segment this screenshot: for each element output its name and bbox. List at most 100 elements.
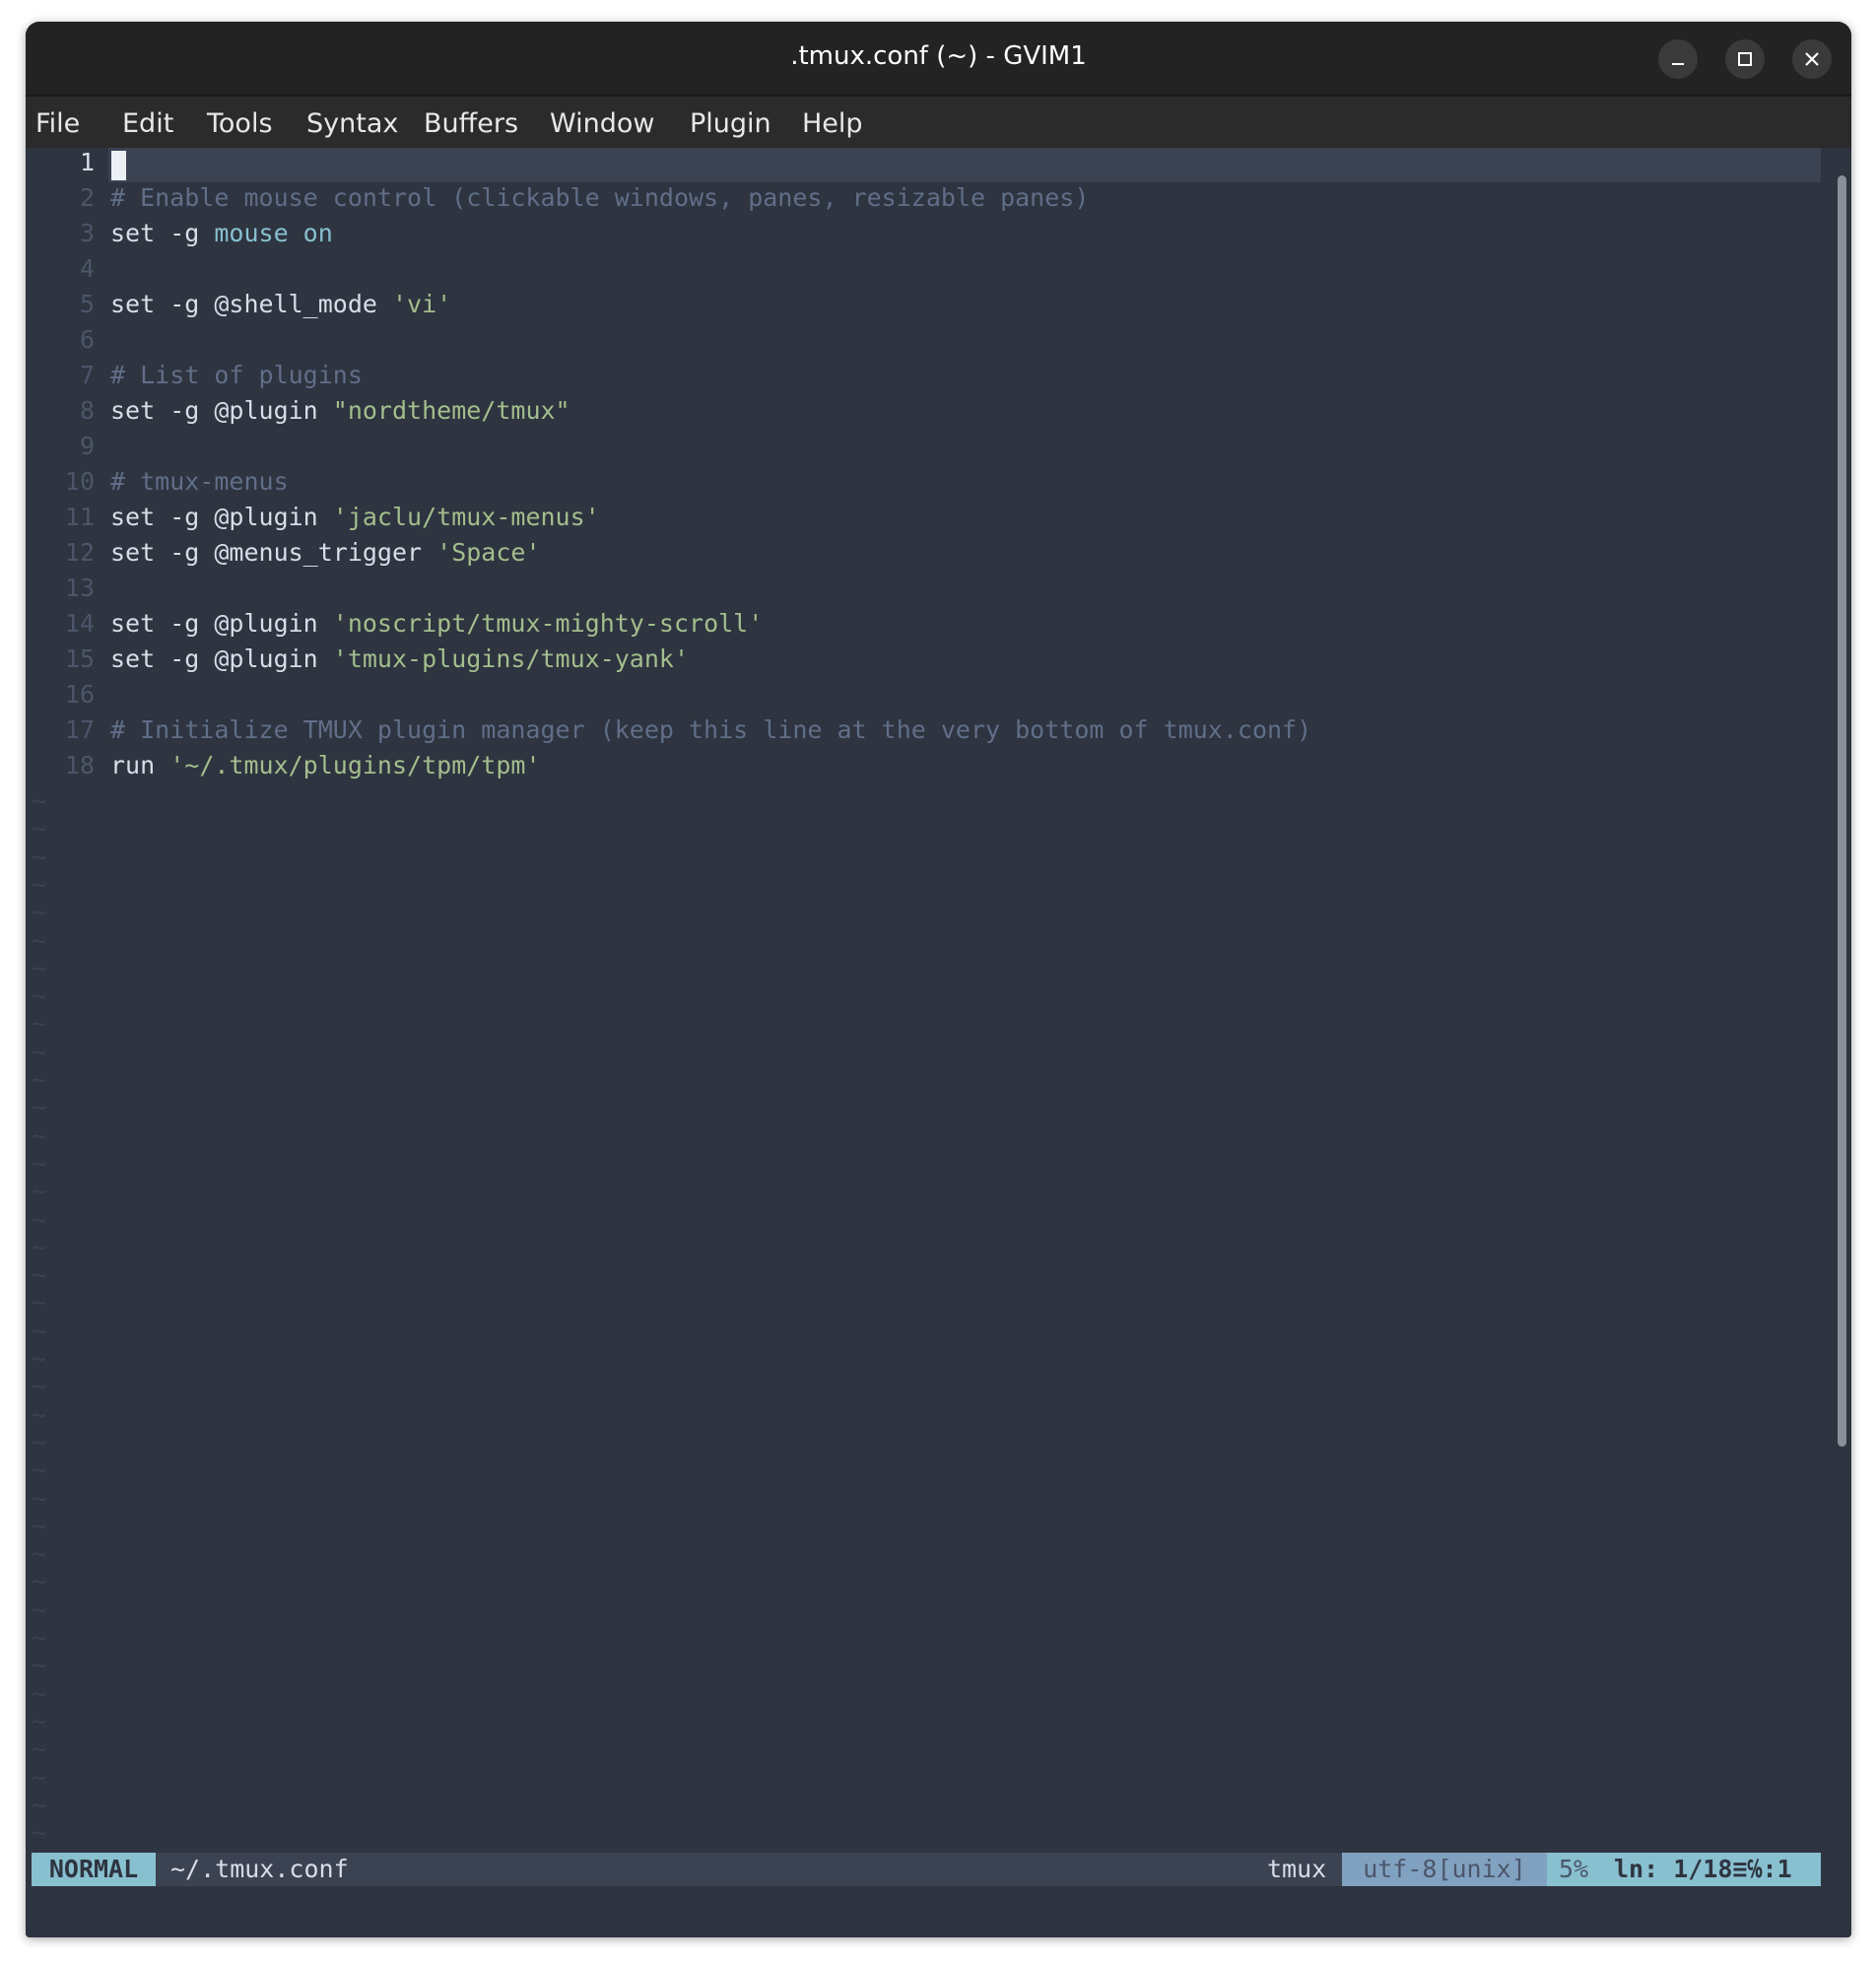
command-line[interactable] [26,1886,1851,1937]
empty-line-marker: ~ [32,1623,47,1652]
menu-tools[interactable]: Tools [207,108,273,139]
empty-line-marker: ~ [32,1037,47,1066]
empty-line-marker: ~ [32,1065,47,1094]
code-line[interactable]: 10 # tmux-menus [26,467,1829,503]
code-line[interactable]: 13 [26,574,1829,609]
empty-line-marker: ~ [32,786,47,815]
empty-line-marker: ~ [32,898,47,927]
code-token: set -g @plugin [110,609,333,638]
code-token: "nordtheme/tmux" [332,396,570,425]
menu-syntax[interactable]: Syntax [306,108,398,139]
empty-line-marker: ~ [32,1818,47,1848]
empty-line-marker: ~ [32,1651,47,1680]
empty-line-marker: ~ [32,1316,47,1345]
code-text: set -g mouse on [110,219,333,247]
status-filename: ~/.tmux.conf [170,1855,349,1883]
menu-file[interactable]: File [35,108,80,139]
empty-line-marker: ~ [32,1427,47,1457]
empty-line-marker: ~ [32,1456,47,1485]
code-line[interactable]: 6 [26,325,1829,361]
menu-edit[interactable]: Edit [122,108,173,139]
code-line[interactable]: 15 set -g @plugin 'tmux-plugins/tmux-yank… [26,644,1829,680]
status-mode: NORMAL [32,1853,156,1886]
empty-line-marker: ~ [32,869,47,899]
line-number: 8 [79,396,95,425]
code-line[interactable]: 2 # Enable mouse control (clickable windo… [26,183,1829,219]
status-encoding: utf-8[unix] [1342,1853,1547,1886]
status-position-block: 5% ln: 1/18≡℅:1 [1547,1853,1821,1886]
menu-buffers[interactable]: Buffers [424,108,518,139]
code-line[interactable]: 18 run '~/.tmux/plugins/tpm/tpm' [26,751,1829,786]
window-title: .tmux.conf (~) - GVIM1 [790,41,1087,71]
empty-line-marker: ~ [32,1790,47,1819]
empty-line-marker: ~ [32,1762,47,1792]
empty-line-marker: ~ [32,1483,47,1513]
code-text: # tmux-menus [110,467,289,496]
code-token: '~/.tmux/plugins/tpm/tpm' [169,751,541,779]
minimize-button[interactable] [1658,39,1698,79]
line-number: 2 [79,183,95,212]
code-line[interactable]: 4 [26,254,1829,290]
code-text: set -g @plugin "nordtheme/tmux" [110,396,570,425]
code-text: set -g @plugin 'tmux-plugins/tmux-yank' [110,644,689,673]
code-token: 'Space' [436,538,541,567]
code-token: 'noscript/tmux-mighty-scroll' [332,609,764,638]
line-number: 10 [64,467,95,496]
code-line[interactable]: 16 [26,680,1829,715]
code-line[interactable]: 8 set -g @plugin "nordtheme/tmux" [26,396,1829,432]
empty-line-marker: ~ [32,1009,47,1039]
empty-line-marker: ~ [32,1148,47,1178]
line-number: 1 [79,148,95,176]
code-line[interactable]: 12 set -g @menus_trigger 'Space' [26,538,1829,574]
code-token: 'vi' [391,290,452,318]
code-token: set -g [110,219,215,247]
line-number: 3 [79,219,95,247]
empty-line-marker: ~ [32,814,47,844]
empty-line-marker: ~ [32,1678,47,1708]
code-line[interactable]: 17 # Initialize TMUX plugin manager (keep… [26,715,1829,751]
empty-line-marker: ~ [32,1511,47,1540]
line-number: 12 [64,538,95,567]
empty-line-marker: ~ [32,1706,47,1735]
close-button[interactable] [1792,39,1832,79]
code-text: set -g @menus_trigger 'Space' [110,538,541,567]
line-number: 16 [64,680,95,709]
vertical-scrollbar[interactable] [1831,148,1851,1853]
code-token: 'tmux-plugins/tmux-yank' [332,644,690,673]
line-number: 7 [79,361,95,389]
code-line[interactable]: 14 set -g @plugin 'noscript/tmux-mighty-s… [26,609,1829,644]
editor-buffer[interactable]: 1 2 # Enable mouse control (clickable wind… [26,148,1831,1853]
empty-line-marker: ~ [32,1260,47,1290]
code-line[interactable]: 3 set -g mouse on [26,219,1829,254]
empty-line-marker: ~ [32,1734,47,1764]
gvim-window: .tmux.conf (~) - GVIM1 File Edit Tools S… [26,22,1851,1937]
maximize-button[interactable] [1725,39,1765,79]
text-cursor [111,151,126,180]
line-number: 15 [64,644,95,673]
empty-line-marker: ~ [32,1288,47,1318]
code-line[interactable]: 11 set -g @plugin 'jaclu/tmux-menus' [26,503,1829,538]
menu-window[interactable]: Window [550,108,654,139]
empty-line-marker: ~ [32,1344,47,1373]
code-token: # List of plugins [110,361,363,389]
empty-line-marker: ~ [32,1567,47,1596]
code-token: # tmux-menus [110,467,289,496]
line-number: 5 [79,290,95,318]
code-token: # Enable mouse control (clickable window… [110,183,1090,212]
code-line[interactable]: 9 [26,432,1829,467]
code-token: set -g @plugin [110,396,333,425]
menu-plugin[interactable]: Plugin [690,108,771,139]
scrollbar-thumb[interactable] [1838,175,1846,1447]
code-line[interactable]: 7 # List of plugins [26,361,1829,396]
empty-line-marker: ~ [32,1120,47,1150]
code-line[interactable]: 5 set -g @shell_mode 'vi' [26,290,1829,325]
empty-line-marker: ~ [32,1204,47,1234]
code-token: run [110,751,170,779]
menu-help[interactable]: Help [802,108,863,139]
code-token: set -g @plugin [110,644,333,673]
code-token: # Initialize TMUX plugin manager (keep t… [110,715,1312,744]
empty-line-marker: ~ [32,1372,47,1401]
title-bar[interactable]: .tmux.conf (~) - GVIM1 [26,22,1851,97]
code-line[interactable]: 1 [26,148,1829,183]
code-text: # List of plugins [110,361,363,389]
